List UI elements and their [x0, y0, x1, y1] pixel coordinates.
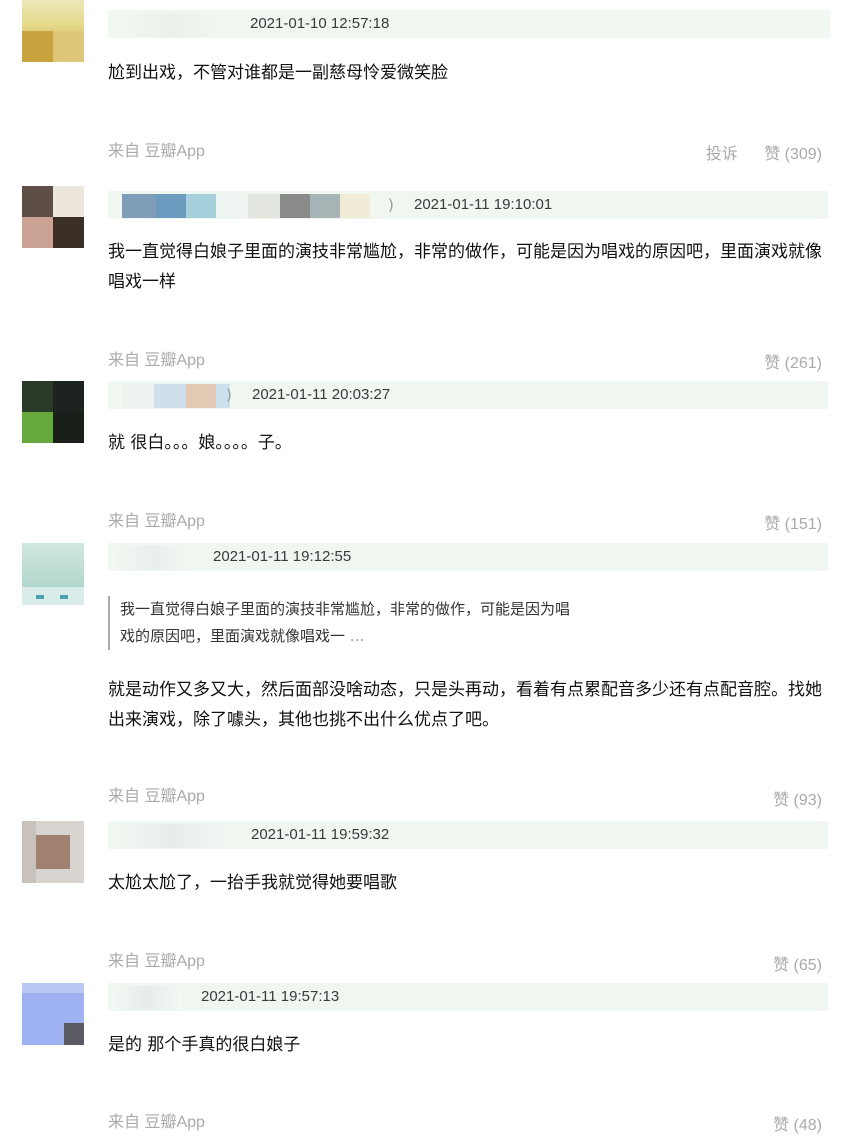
comment-source: 来自 豆瓣App [108, 513, 205, 530]
username-blurred[interactable] [108, 10, 238, 38]
name-paren: ) [226, 386, 232, 404]
comment-source: 来自 豆瓣App [108, 1114, 205, 1131]
comment-meta-bar: 2021-01-11 19:57:13 [108, 983, 828, 1011]
comment-text: 我一直觉得白娘子里面的演技非常尴尬，非常的做作，可能是因为唱戏的原因吧，里面演戏… [108, 242, 822, 292]
like-button[interactable]: 赞 (261) [764, 355, 822, 372]
comment-actions: 赞 (48) [751, 1111, 822, 1135]
username-blurred[interactable] [108, 821, 238, 849]
like-button[interactable]: 赞 (309) [764, 146, 822, 163]
quote-line: 戏的原因吧，里面演戏就像唱戏一 [120, 627, 346, 645]
comment-text: 就 很白。。。娘。。。。子。 [108, 433, 292, 453]
avatar[interactable] [22, 983, 84, 1045]
report-button[interactable]: 投诉 [706, 146, 738, 163]
comment-timestamp: 2021-01-11 19:59:32 [251, 826, 390, 843]
username-blurred[interactable] [108, 381, 223, 409]
comment-source: 来自 豆瓣App [108, 953, 205, 970]
comment-actions: 投诉 赞 (309) [684, 140, 822, 164]
comment-timestamp: 2021-01-10 12:57:18 [250, 15, 390, 32]
comment-text: 是的 那个手真的很白娘子 [108, 1035, 301, 1055]
comment-timestamp: 2021-01-11 19:12:55 [213, 548, 352, 565]
comment-text: 就是动作又多又大，然后面部没啥动态，只是头再动，看着有点累配音多少还有点配音腔。… [108, 680, 822, 730]
comment-source: 来自 豆瓣App [108, 352, 205, 369]
username-blurred[interactable] [108, 191, 398, 219]
avatar[interactable] [22, 0, 84, 62]
comment-meta-bar: 2021-01-11 19:12:55 [108, 543, 828, 571]
comment-meta-bar: 2021-01-11 19:59:32 [108, 821, 828, 849]
username-blurred[interactable] [108, 983, 188, 1011]
like-button[interactable]: 赞 (65) [773, 957, 822, 974]
quote-more-ellipsis[interactable]: ... [350, 627, 364, 645]
comment-actions: 赞 (65) [751, 951, 822, 975]
username-blurred-extra [222, 381, 242, 409]
comment-source: 来自 豆瓣App [108, 143, 205, 160]
comment-source: 来自 豆瓣App [108, 788, 205, 805]
avatar[interactable] [22, 821, 84, 883]
avatar[interactable] [22, 543, 84, 605]
avatar[interactable] [22, 381, 84, 443]
comment-actions: 赞 (93) [751, 786, 822, 810]
like-button[interactable]: 赞 (48) [773, 1117, 822, 1134]
comment-meta-bar: 2021-01-10 12:57:18 [108, 10, 830, 38]
comment-actions: 赞 (151) [742, 510, 822, 534]
like-button[interactable]: 赞 (93) [773, 792, 822, 809]
quote-line: 我一直觉得白娘子里面的演技非常尴尬，非常的做作，可能是因为唱 [120, 600, 571, 618]
comment-actions: 赞 (261) [742, 349, 822, 373]
avatar[interactable] [22, 186, 84, 248]
like-button[interactable]: 赞 (151) [764, 516, 822, 533]
comment-timestamp: 2021-01-11 19:10:01 [414, 196, 553, 213]
name-paren: ) [388, 196, 394, 214]
comment-text: 太尬太尬了，一抬手我就觉得她要唱歌 [108, 873, 397, 893]
username-blurred[interactable] [108, 543, 198, 571]
comment-timestamp: 2021-01-11 20:03:27 [252, 386, 391, 403]
comment-timestamp: 2021-01-11 19:57:13 [201, 988, 340, 1005]
quoted-comment: 我一直觉得白娘子里面的演技非常尴尬，非常的做作，可能是因为唱 戏的原因吧，里面演… [108, 596, 640, 650]
comment-meta-bar: ) 2021-01-11 20:03:27 [108, 381, 828, 409]
comment-text: 尬到出戏，不管对谁都是一副慈母怜爱微笑脸 [108, 63, 448, 83]
comment-meta-bar: ) 2021-01-11 19:10:01 [108, 191, 828, 219]
